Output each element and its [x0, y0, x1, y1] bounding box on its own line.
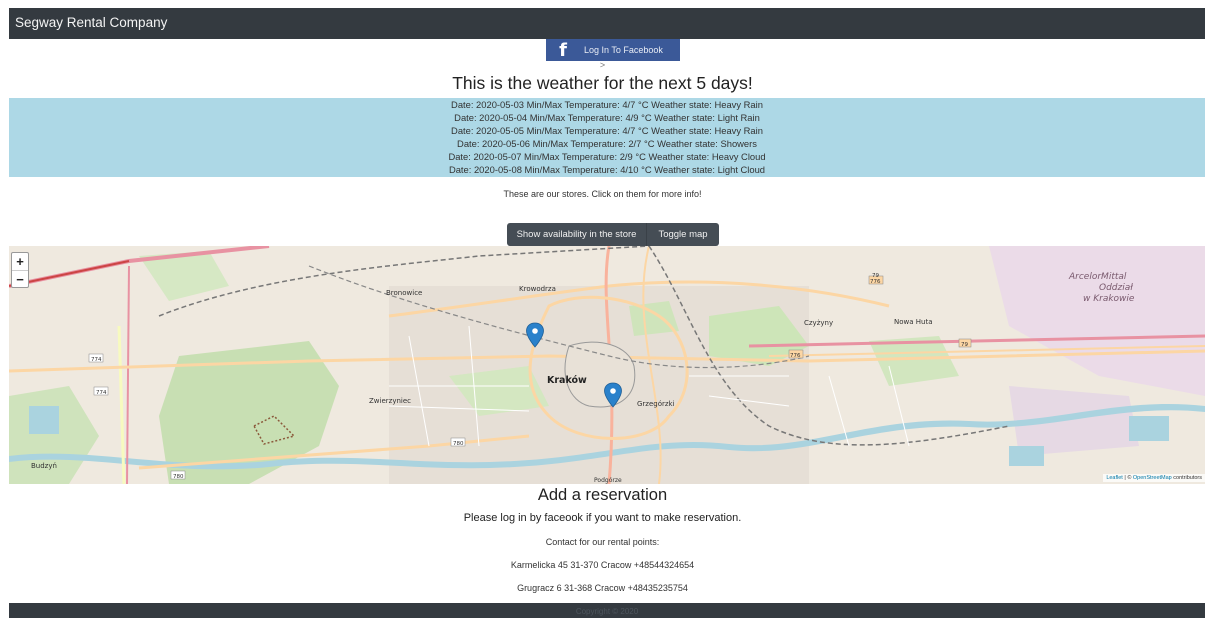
road-shield-780a: 780 — [453, 441, 464, 447]
attribution-tail: contributors — [1171, 475, 1202, 481]
map-label-bronowice: Bronowice — [386, 289, 422, 297]
navbar-brand[interactable]: Segway Rental Company — [15, 15, 167, 30]
zoom-in-button[interactable]: + — [12, 253, 28, 270]
road-shield-776b: 776 — [790, 353, 801, 359]
facebook-login-button[interactable]: f Log In To Facebook — [546, 39, 680, 61]
weather-title: This is the weather for the next 5 days! — [452, 73, 753, 93]
show-availability-button[interactable]: Show availability in the store — [507, 223, 647, 246]
zoom-out-button[interactable]: − — [12, 270, 28, 287]
map-label-arcelor-2: Oddział — [1099, 283, 1133, 293]
weather-row: Date: 2020-05-04 Min/Max Temperature: 4/… — [454, 111, 760, 123]
map-attribution: Leaflet | © OpenStreetMap contributors — [1103, 474, 1205, 482]
footer: Copyright © 2020 — [9, 603, 1205, 618]
weather-row: Date: 2020-05-06 Min/Max Temperature: 2/… — [457, 137, 757, 149]
footer-copyright: Copyright © 2020 — [575, 607, 639, 616]
map-label-zwierzyniec: Zwierzyniec — [369, 397, 411, 405]
map-tiles: Bronowice Krowodrza Kraków Czyżyny Nowa … — [9, 246, 1205, 484]
weather-panel: Date: 2020-05-03 Min/Max Temperature: 4/… — [9, 98, 1205, 177]
map-label-arcelor-3: w Krakowie — [1083, 294, 1135, 304]
road-shield-776a: 776 — [870, 279, 881, 285]
store-map[interactable]: Bronowice Krowodrza Kraków Czyżyny Nowa … — [9, 246, 1205, 484]
map-label-czyzyny: Czyżyny — [804, 319, 833, 327]
attribution-sep: | © — [1122, 475, 1133, 481]
road-shield-774b: 774 — [96, 390, 107, 396]
map-label-arcelor-1: ArcelorMittal — [1068, 272, 1127, 282]
contact-point: Grugracz 6 31-368 Cracow +48435235754 — [517, 583, 688, 593]
weather-row: Date: 2020-05-05 Min/Max Temperature: 4/… — [451, 124, 763, 136]
navbar: Segway Rental Company — [9, 8, 1205, 39]
map-marker-dot — [532, 328, 538, 334]
road-shield-79a: 79 — [872, 273, 879, 279]
stores-intro: These are our stores. Click on them for … — [503, 189, 702, 199]
map-label-krakow: Kraków — [547, 375, 587, 386]
facebook-login-label: Log In To Facebook — [584, 45, 663, 55]
osm-link[interactable]: OpenStreetMap — [1133, 475, 1172, 481]
toggle-map-button[interactable]: Toggle map — [647, 223, 719, 246]
reservation-login-prompt: Please log in by faceook if you want to … — [463, 512, 742, 524]
road-shield-774a: 774 — [91, 357, 102, 363]
contact-title: Contact for our rental points: — [545, 537, 660, 547]
map-button-group: Show availability in the store Toggle ma… — [507, 223, 719, 246]
map-marker-dot — [610, 388, 616, 394]
leaflet-link[interactable]: Leaflet — [1106, 475, 1123, 481]
weather-row: Date: 2020-05-03 Min/Max Temperature: 4/… — [451, 99, 763, 110]
map-zoom-control: + − — [11, 252, 29, 288]
road-shield-780b: 780 — [173, 474, 184, 480]
map-label-krowodrza: Krowodrza — [519, 285, 556, 293]
reservation-title: Add a reservation — [537, 486, 668, 504]
road-shield-79b: 79 — [961, 342, 968, 348]
map-label-podgorze: Podgórze — [594, 477, 622, 484]
map-label-grzegorzki: Grzegórzki — [637, 400, 675, 408]
weather-row: Date: 2020-05-08 Min/Max Temperature: 4/… — [448, 163, 766, 175]
map-label-nowa-huta: Nowa Huta — [894, 318, 933, 326]
facebook-f-icon: f — [559, 39, 567, 61]
contact-point: Karmelicka 45 31-370 Cracow +48544324654 — [510, 560, 695, 570]
map-label-budzyn: Budzyń — [31, 462, 57, 470]
stray-text: > — [599, 60, 606, 70]
weather-row: Date: 2020-05-07 Min/Max Temperature: 2/… — [448, 150, 766, 162]
